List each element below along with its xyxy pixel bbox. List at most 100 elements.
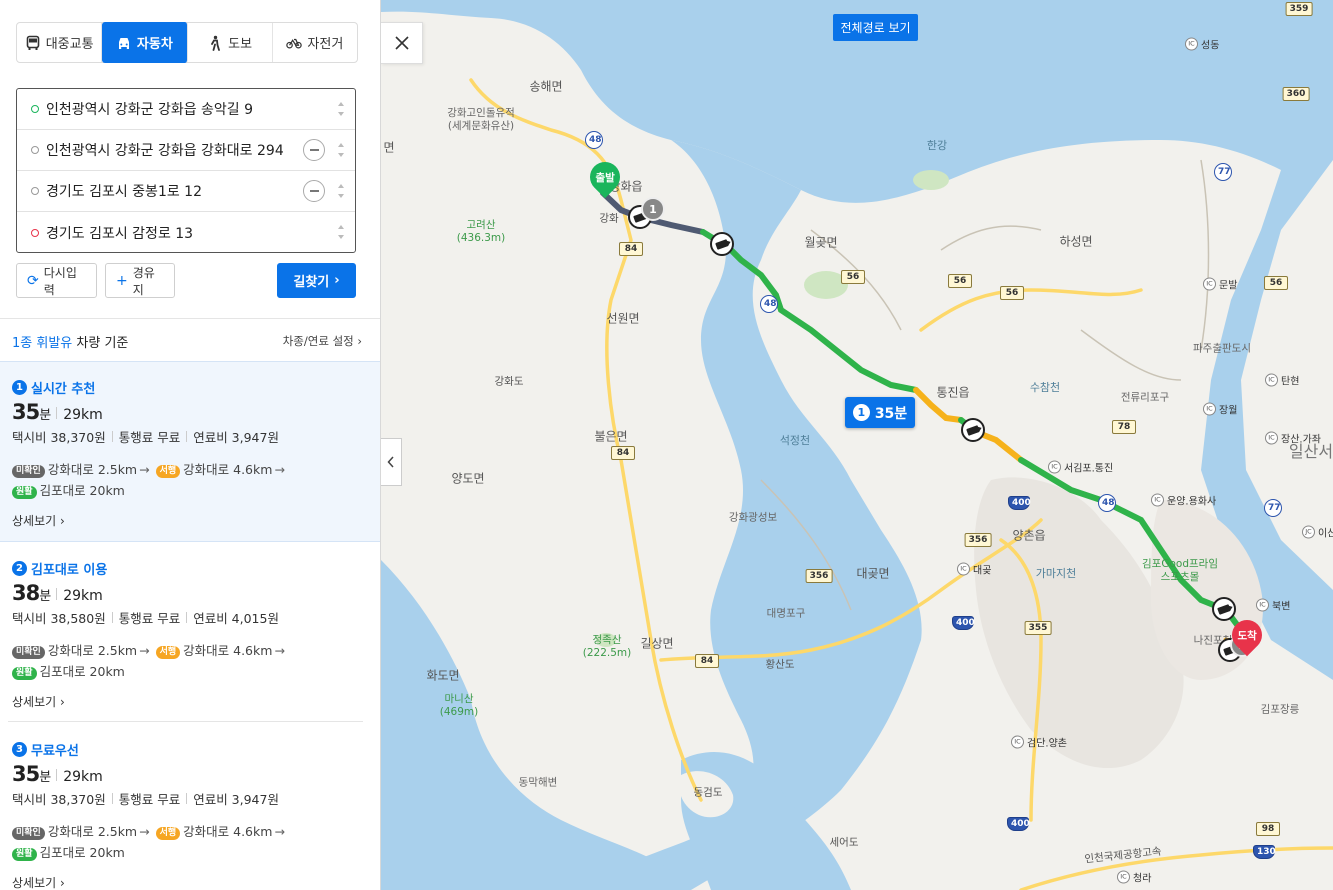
- bicycle-icon: [286, 38, 303, 49]
- close-button[interactable]: [381, 22, 423, 64]
- ic-icon: IC: [1256, 598, 1269, 612]
- route-detail-label: 상세보기: [12, 876, 57, 890]
- ic-icon: IC: [1203, 277, 1216, 291]
- vehicle-setting-label: 차종/연료 설정: [282, 334, 354, 348]
- reset-button[interactable]: ⟳ 다시입력: [16, 263, 97, 298]
- route-shield: 400: [1007, 817, 1030, 831]
- vehicle-basis-text: 차량 기준: [76, 336, 129, 351]
- place-label: 강화도: [494, 375, 524, 388]
- tab-car[interactable]: 자동차: [102, 22, 188, 63]
- full-route-button[interactable]: 전체경로 보기: [833, 14, 918, 41]
- road-segment: 강화대로 4.6km: [183, 462, 273, 477]
- route-badge-time: 35분: [874, 405, 908, 422]
- ic-icon: IC: [1011, 735, 1024, 749]
- waypoint-start[interactable]: 인천광역시 강화군 강화읍 송악길 9: [17, 89, 355, 130]
- poi-label: 전류리포구: [1120, 391, 1170, 404]
- route-number: 1: [12, 380, 27, 395]
- place-label: 대곶면: [856, 566, 890, 581]
- route-roads: 미확인 강화대로 2.5km → 서행 강화대로 4.6km → 원활 김포대로 20km: [12, 459, 380, 501]
- ic-label: IC 청라: [1117, 870, 1151, 885]
- route-detail-link[interactable]: 상세보기 ›: [12, 874, 380, 890]
- search-route-button[interactable]: 길찾기 ›: [277, 263, 356, 298]
- road-segment: 김포대로 20km: [39, 845, 125, 860]
- route-option-1[interactable]: 1 실시간 추천 35 분 29km 택시비 38,370원 통행료 무료 연료비 3,9…: [0, 361, 380, 542]
- ic-name: 북변: [1272, 601, 1291, 613]
- waypoint-via-2-text: 경기도 김포시 중봉1로 12: [46, 184, 202, 200]
- start-pin[interactable]: 출발: [583, 155, 627, 199]
- speed-camera-icon: [710, 232, 734, 256]
- drag-handle-icon[interactable]: [337, 184, 345, 198]
- via-point-1[interactable]: 1: [641, 197, 665, 221]
- mountain-label: 고려산 (436.3m): [457, 219, 505, 245]
- route-shield: 130: [1253, 845, 1276, 859]
- end-pin-icon: 도착: [1225, 613, 1269, 657]
- fuel-type: 1종 휘발유: [12, 336, 73, 351]
- arrow-right-icon: →: [274, 824, 285, 839]
- vehicle-setting-link[interactable]: 차종/연료 설정 ›: [283, 333, 362, 349]
- route-shield: 56: [1264, 276, 1288, 290]
- water-label: 가마지천: [1035, 567, 1077, 580]
- add-waypoint-button[interactable]: + 경유지: [105, 263, 175, 298]
- waypoint-via-1-text: 인천광역시 강화군 강화읍 강화대로 294: [46, 143, 284, 159]
- drag-handle-icon[interactable]: [337, 143, 345, 157]
- remove-waypoint-button[interactable]: [303, 139, 325, 161]
- mountain-height: (469m): [439, 706, 479, 718]
- start-pin-icon: 출발: [583, 155, 627, 199]
- separator: [111, 431, 113, 442]
- route-roads: 미확인 강화대로 2.5km → 서행 강화대로 4.6km → 원활 김포대로 20km: [12, 821, 380, 863]
- waypoint-end[interactable]: 경기도 김포시 감정로 13: [17, 212, 355, 253]
- route-name: 김포대로 이용: [31, 563, 108, 578]
- route-number: 3: [12, 742, 27, 757]
- route-number: 2: [12, 561, 27, 576]
- ic-label: IC 대곶: [957, 562, 991, 577]
- plus-icon: +: [116, 272, 128, 289]
- separator: [56, 407, 58, 419]
- start-pin-label: 출발: [595, 171, 615, 184]
- ic-name: 서김포.통진: [1064, 463, 1114, 475]
- route-shield: 356: [805, 569, 833, 583]
- tab-walk[interactable]: 도보: [188, 23, 273, 62]
- route-option-2[interactable]: 2 김포대로 이용 38 분 29km 택시비 38,580원 통행료 무료 연료비 4,…: [0, 559, 380, 719]
- road-segment: 강화대로 4.6km: [183, 824, 273, 839]
- tab-car-label: 자동차: [136, 37, 173, 52]
- place-label: 송해면: [529, 79, 563, 94]
- divider: [0, 318, 380, 319]
- place-label: 면: [383, 140, 395, 155]
- route-time-badge[interactable]: 1 35분: [845, 397, 915, 428]
- route-detail-link[interactable]: 상세보기 ›: [12, 693, 380, 710]
- ic-label: IC 북변: [1256, 598, 1290, 613]
- waypoint-via-2[interactable]: 경기도 김포시 중봉1로 12: [17, 171, 355, 212]
- route-time: 38 분 29km: [12, 581, 380, 605]
- drag-handle-icon[interactable]: [337, 102, 345, 116]
- route-detail-link[interactable]: 상세보기 ›: [12, 512, 380, 529]
- collapse-panel-button[interactable]: [381, 438, 402, 486]
- ic-icon: IC: [1185, 37, 1198, 51]
- poi-label: 파주출판도시: [1193, 342, 1251, 355]
- route-shield: 356: [964, 533, 992, 547]
- poi-label: 강화광성보: [728, 511, 778, 524]
- tab-bike[interactable]: 자전거: [273, 23, 357, 62]
- route-option-3[interactable]: 3 무료우선 35 분 29km 택시비 38,370원 통행료 무료 연료비 3,947…: [0, 740, 380, 890]
- drag-handle-icon[interactable]: [337, 225, 345, 239]
- map-canvas[interactable]: 송해면 면 강화고인돌유적 (세계문화유산) 강화읍 강화 고려산 (436.3m)…: [381, 0, 1333, 890]
- separator: [56, 588, 58, 600]
- route-shield: 84: [695, 654, 719, 668]
- road-line: 미확인 강화대로 2.5km → 서행 강화대로 4.6km →: [12, 640, 380, 661]
- waypoint-via-1[interactable]: 인천광역시 강화군 강화읍 강화대로 294: [17, 130, 355, 171]
- place-label: 황산도: [765, 658, 795, 671]
- road-line: 원활 김포대로 20km: [12, 661, 380, 682]
- ic-label: IC 탄현: [1265, 373, 1299, 388]
- taxi-fare: 택시비 38,580원: [12, 611, 106, 626]
- route-shield: 355: [1024, 621, 1052, 635]
- tab-transit[interactable]: 대중교통: [17, 23, 103, 62]
- remove-waypoint-button[interactable]: [303, 180, 325, 202]
- end-pin[interactable]: 도착: [1225, 613, 1269, 657]
- ic-name: 탄현: [1281, 376, 1300, 388]
- route-shield: 98: [1256, 822, 1280, 836]
- travel-mode-tabs: 대중교통 자동차 도보 자전거: [16, 22, 358, 63]
- route-name: 무료우선: [31, 744, 79, 759]
- route-shield: 56: [841, 270, 865, 284]
- poi-name: 김포Good프라임: [1142, 558, 1218, 570]
- route-minutes: 35: [12, 400, 40, 424]
- traffic-tag: 서행: [155, 827, 181, 840]
